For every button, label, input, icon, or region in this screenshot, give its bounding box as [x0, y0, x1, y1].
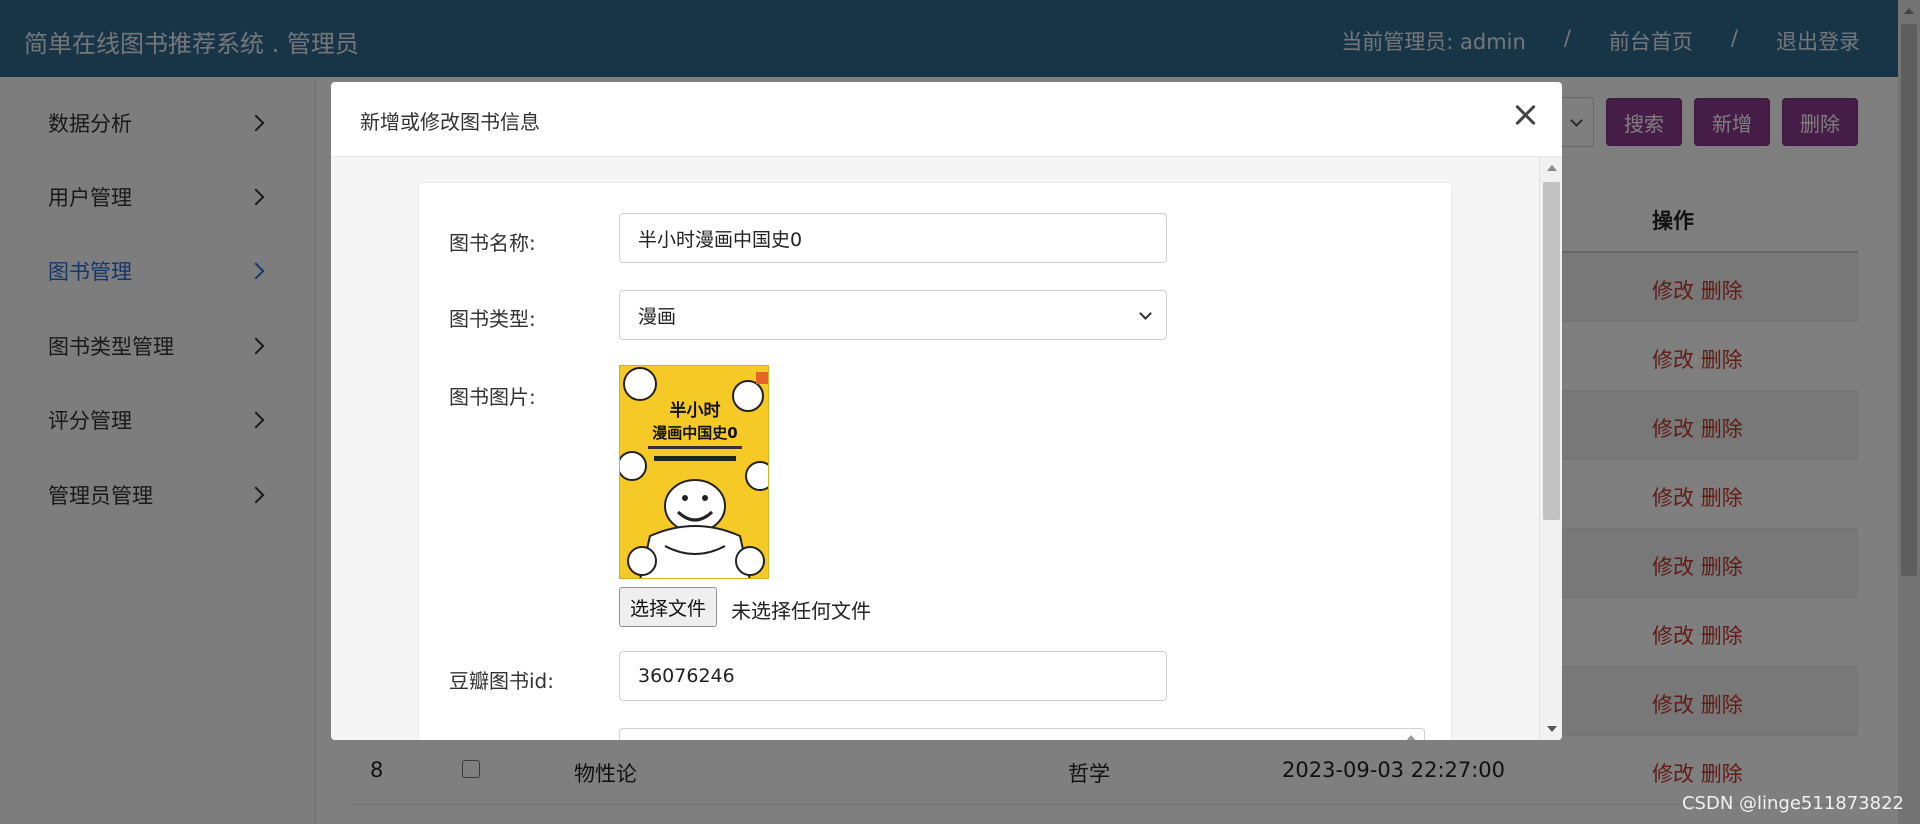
scroll-down-icon[interactable]	[1547, 726, 1557, 732]
book-image-label: 图书图片:	[449, 385, 536, 409]
file-status-text: 未选择任何文件	[731, 599, 871, 623]
scrollbar-thumb[interactable]	[1543, 182, 1560, 520]
book-edit-modal: 新增或修改图书信息 图书名称: 半小时漫画中国史0 图书类型: 漫画 图书图片:	[331, 82, 1562, 740]
modal-body: 图书名称: 半小时漫画中国史0 图书类型: 漫画 图书图片: 半小时 漫画中国史…	[331, 157, 1539, 740]
book-cover-art: 半小时 漫画中国史0	[620, 366, 768, 578]
watermark-text: CSDN @linge511873822	[1681, 793, 1904, 814]
modal-header: 新增或修改图书信息	[331, 82, 1562, 157]
book-type-selected: 漫画	[638, 305, 677, 328]
book-name-input[interactable]: 半小时漫画中国史0	[619, 213, 1167, 263]
book-name-label: 图书名称:	[449, 231, 536, 255]
modal-title: 新增或修改图书信息	[360, 110, 540, 134]
book-cover-image: 半小时 漫画中国史0	[619, 365, 769, 579]
douban-id-label: 豆瓣图书id:	[449, 669, 554, 693]
description-textarea[interactable]	[619, 728, 1425, 740]
book-type-label: 图书类型:	[449, 307, 536, 331]
cover-title-line2: 漫画中国史0	[652, 424, 737, 442]
choose-file-button[interactable]: 选择文件	[619, 587, 718, 627]
cover-title-line1: 半小时	[670, 400, 721, 421]
douban-id-input[interactable]: 36076246	[619, 651, 1167, 701]
chevron-down-icon	[1139, 307, 1152, 320]
textarea-scroll-up-icon[interactable]	[1406, 735, 1416, 740]
scroll-up-icon[interactable]	[1547, 165, 1557, 171]
close-icon[interactable]	[1510, 100, 1540, 130]
modal-scrollbar[interactable]	[1539, 157, 1562, 740]
book-form: 图书名称: 半小时漫画中国史0 图书类型: 漫画 图书图片: 半小时 漫画中国史…	[418, 182, 1452, 740]
book-type-select[interactable]: 漫画	[619, 290, 1167, 340]
